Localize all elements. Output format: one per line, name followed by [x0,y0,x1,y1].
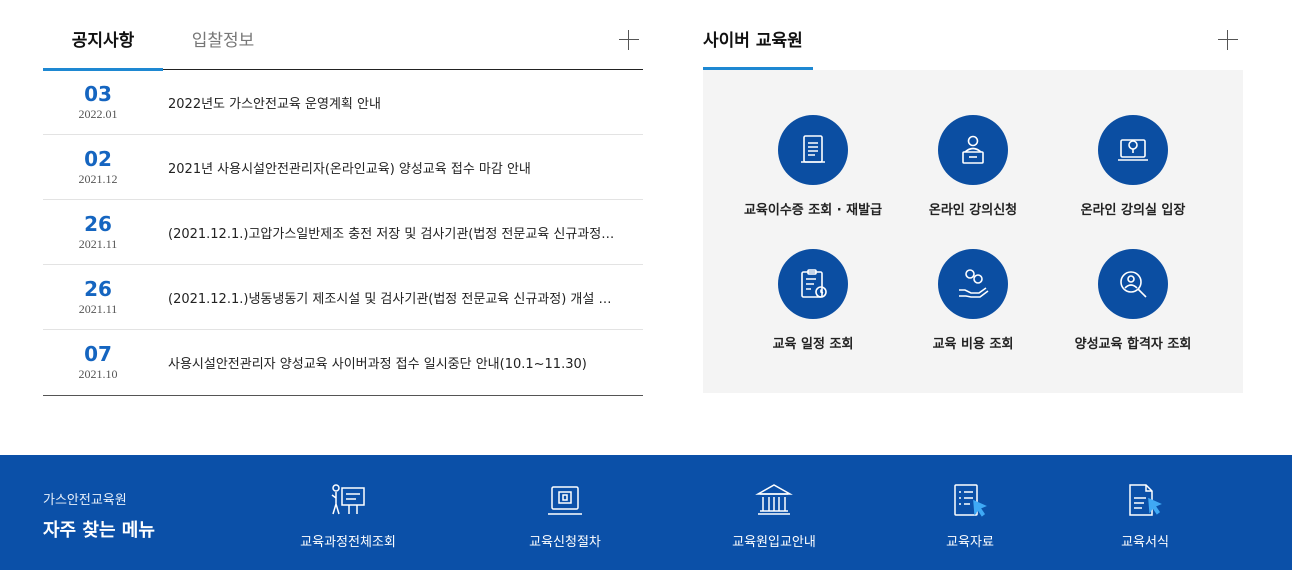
cyber-service-grid: 교육이수증 조회 · 재발급 온라인 강의신청 온라인 강의실 입장 교육 일정… [703,70,1243,393]
cyber-title: 사이버 교육원 [703,0,813,70]
cyber-education-center: 사이버 교육원 교육이수증 조회 · 재발급 온라인 강의신청 온라인 강의실 … [703,0,1243,393]
search-person-icon [1098,249,1168,319]
service-label: 온라인 강의신청 [928,203,1018,218]
notice-board: 공지사항 입찰정보 03 2022.01 2022년도 가스안전교육 운영계획 … [43,0,643,396]
quick-menu-label: 교육서식 [1121,535,1169,550]
notice-title-link[interactable]: (2021.12.1.)냉동냉동기 제조시설 및 검사기관(법정 전문교육 신규… [168,288,618,307]
service-label: 교육 비용 조회 [932,337,1014,352]
certificate-icon [778,115,848,185]
form-cursor-icon [1129,484,1162,516]
cyber-header: 사이버 교육원 [703,0,1243,70]
quick-menu-course-list[interactable]: 교육과정전체조회 [273,481,423,550]
notice-title-link[interactable]: 2022년도 가스안전교육 운영계획 안내 [168,93,618,112]
cyber-more-plus-icon[interactable] [1218,30,1238,50]
quick-menu-apply-process[interactable]: 교육신청절차 [490,481,640,550]
notice-item[interactable]: 03 2022.01 2022년도 가스안전교육 운영계획 안내 [43,70,643,135]
cost-hand-icon [938,249,1008,319]
notice-title-link[interactable]: (2021.12.1.)고압가스일반제조 충전 저장 및 검사기관(법정 전문교… [168,223,618,242]
service-passer-search-button[interactable]: 양성교육 합격자 조회 [1048,249,1218,352]
document-list-cursor-icon [954,484,987,517]
notice-day: 26 [84,211,112,236]
notice-date: 02 2021.12 [43,148,153,187]
service-label: 양성교육 합격자 조회 [1074,337,1192,352]
notice-title-link[interactable]: 2021년 사용시설안전관리자(온라인교육) 양성교육 접수 마감 안내 [168,158,618,177]
quick-menu-materials[interactable]: 교육자료 [895,481,1045,550]
online-classroom-icon [1098,115,1168,185]
lecturer-icon [938,115,1008,185]
notice-date: 03 2022.01 [43,83,153,122]
notice-year-month: 2021.10 [78,367,118,381]
notice-item[interactable]: 26 2021.11 (2021.12.1.)냉동냉동기 제조시설 및 검사기관… [43,265,643,330]
notice-date: 26 2021.11 [43,213,153,252]
service-cost-button[interactable]: 교육 비용 조회 [888,249,1058,352]
notice-more-plus-icon[interactable] [619,30,639,50]
service-certificate-button[interactable]: 교육이수증 조회 · 재발급 [728,115,898,218]
notice-item[interactable]: 02 2021.12 2021년 사용시설안전관리자(온라인교육) 양성교육 접… [43,135,643,200]
quick-menu-label: 교육자료 [946,535,994,550]
notice-day: 07 [84,342,112,366]
notice-title-link[interactable]: 사용시설안전관리자 양성교육 사이버과정 접수 일시중단 안내(10.1~11.… [168,353,618,372]
notice-year-month: 2021.11 [78,236,118,251]
quick-menu-label: 교육과정전체조회 [300,535,396,550]
notice-day: 26 [84,276,112,301]
presentation-icon [331,484,365,515]
notice-item[interactable]: 07 2021.10 사용시설안전관리자 양성교육 사이버과정 접수 일시중단 … [43,330,643,395]
tab-bid-info[interactable]: 입찰정보 [163,0,283,70]
quick-menu-intro: 가스안전교육원 자주 찾는 메뉴 [43,489,155,542]
notice-date: 26 2021.11 [43,278,153,317]
notice-date: 07 2021.10 [43,343,153,382]
notice-tabs: 공지사항 입찰정보 [43,0,643,71]
service-label: 온라인 강의실 입장 [1080,203,1186,218]
notice-list: 03 2022.01 2022년도 가스안전교육 운영계획 안내 02 2021… [43,70,643,396]
building-icon [755,484,793,515]
quick-menu-label: 교육신청절차 [529,535,601,550]
tab-notice[interactable]: 공지사항 [43,0,163,71]
notice-day: 03 [84,81,112,106]
service-online-classroom-button[interactable]: 온라인 강의실 입장 [1048,115,1218,218]
notice-day: 02 [84,146,112,171]
quick-menu-bar: 가스안전교육원 자주 찾는 메뉴 교육과정전체조회 교육신청절차 교육원입교안내 [0,455,1292,570]
notice-year-month: 2022.01 [78,106,118,121]
schedule-clipboard-icon [778,249,848,319]
service-label: 교육이수증 조회 · 재발급 [743,203,883,218]
service-label: 교육 일정 조회 [772,337,854,352]
quick-menu-subtitle: 가스안전교육원 [43,493,127,508]
service-schedule-button[interactable]: 교육 일정 조회 [728,249,898,352]
quick-menu-admission-guide[interactable]: 교육원입교안내 [699,481,849,550]
notice-item[interactable]: 26 2021.11 (2021.12.1.)고압가스일반제조 충전 저장 및 … [43,200,643,265]
notice-year-month: 2021.11 [78,301,118,316]
quick-menu-title: 자주 찾는 메뉴 [43,520,155,541]
quick-menu-label: 교육원입교안내 [732,535,816,550]
quick-menu-forms[interactable]: 교육서식 [1070,481,1220,550]
monitor-icon [548,486,582,515]
notice-year-month: 2021.12 [78,171,118,186]
service-online-lecture-apply-button[interactable]: 온라인 강의신청 [888,115,1058,218]
